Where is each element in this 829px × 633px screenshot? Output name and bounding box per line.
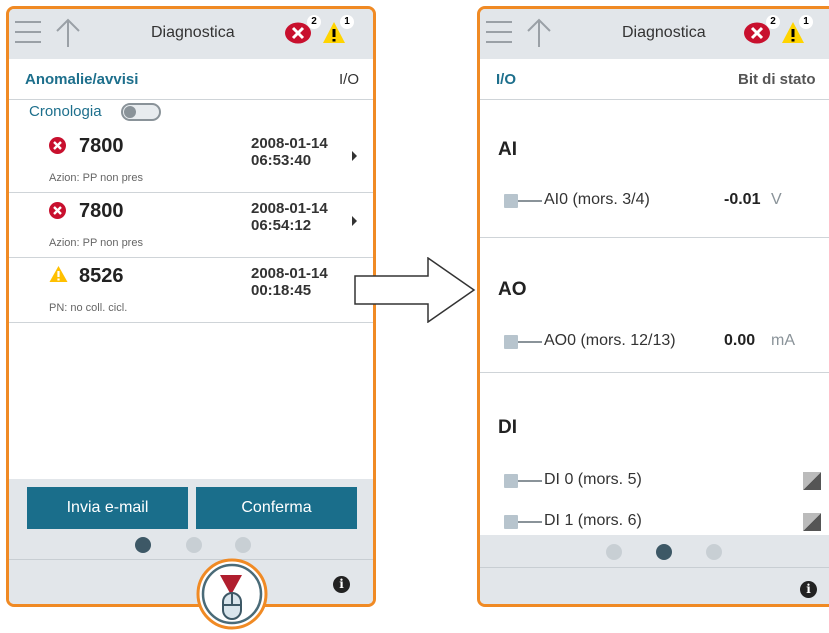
- alarm-code: 8526: [79, 265, 124, 287]
- io-row-di1: DI 1 (mors. 6): [480, 508, 829, 538]
- io-label: AI0 (mors. 3/4): [544, 191, 650, 208]
- analog-signal-icon: [504, 194, 542, 208]
- button-area: Invia e-mail Conferma: [9, 479, 373, 559]
- di-state-indicator: [803, 513, 821, 531]
- chevron-right-icon: [352, 151, 357, 161]
- info-icon[interactable]: i: [800, 581, 817, 598]
- tab-io[interactable]: I/O: [496, 71, 516, 88]
- up-arrow-icon[interactable]: [53, 17, 83, 49]
- digital-signal-icon: [504, 474, 542, 488]
- tab-io[interactable]: I/O: [339, 71, 359, 88]
- page-dot-3[interactable]: [706, 544, 722, 560]
- toggle-knob: [124, 106, 136, 118]
- history-label: Cronologia: [29, 103, 102, 120]
- section-heading-ai: AI: [498, 139, 517, 160]
- alarm-description: PN: no coll. cicl.: [49, 302, 128, 314]
- chevron-right-icon: [352, 216, 357, 226]
- page-dot-3[interactable]: [235, 537, 251, 553]
- io-label: AO0 (mors. 12/13): [544, 332, 676, 349]
- warning-count-badge: 1: [340, 15, 354, 29]
- page-indicator: [9, 537, 373, 557]
- alarm-date: 2008-01-14: [251, 200, 328, 217]
- alarm-date: 2008-01-14: [251, 135, 328, 152]
- error-icon: [49, 137, 66, 154]
- history-toggle[interactable]: [121, 103, 161, 121]
- tab-status-bits[interactable]: Bit di stato: [738, 71, 816, 88]
- footer-bar: i: [480, 567, 829, 604]
- digital-signal-icon: [504, 515, 542, 529]
- confirm-button[interactable]: Conferma: [196, 487, 357, 529]
- menu-icon[interactable]: [15, 21, 41, 43]
- warning-icon: [49, 266, 68, 282]
- top-bar: Diagnostica 2 1: [9, 9, 373, 59]
- error-icon: [49, 202, 66, 219]
- info-icon[interactable]: i: [333, 576, 350, 593]
- screen-title: Diagnostica: [151, 24, 235, 41]
- alarm-timestamp: 2008-01-14 06:53:40: [251, 135, 328, 169]
- diagnostics-screen-left: Diagnostica 2 1 Anomalie/avvisi I/O Cron…: [6, 6, 376, 607]
- alarm-date: 2008-01-14: [251, 265, 328, 282]
- page-dot-1[interactable]: [135, 537, 151, 553]
- mouse-cursor-icon: [196, 558, 268, 630]
- divider: [480, 237, 829, 238]
- alarm-timestamp: 2008-01-14 06:54:12: [251, 200, 328, 234]
- history-row: Cronologia: [9, 99, 373, 127]
- page-indicator-bar: [480, 535, 829, 567]
- io-value: -0.01: [724, 191, 761, 208]
- tab-bar: Anomalie/avvisi I/O: [9, 59, 373, 100]
- up-arrow-icon[interactable]: [524, 17, 554, 49]
- top-bar: Diagnostica 2 1: [480, 9, 829, 59]
- screen-title: Diagnostica: [622, 24, 706, 41]
- alarm-time: 06:53:40: [251, 152, 312, 169]
- error-count-badge: 2: [307, 15, 321, 29]
- io-row-di0: DI 0 (mors. 5): [480, 467, 829, 497]
- alarm-timestamp: 2008-01-14 00:18:45: [251, 265, 328, 299]
- alarm-description: Azion: PP non pres: [49, 172, 143, 184]
- alarm-code: 7800: [79, 200, 124, 222]
- io-label: DI 1 (mors. 6): [544, 512, 642, 529]
- error-count-badge: 2: [766, 15, 780, 29]
- footer-bar: i: [9, 559, 373, 604]
- alarm-time: 06:54:12: [251, 217, 312, 234]
- page-dot-1[interactable]: [606, 544, 622, 560]
- divider: [480, 372, 829, 373]
- menu-icon[interactable]: [486, 21, 512, 43]
- io-label: DI 0 (mors. 5): [544, 471, 642, 488]
- io-value: 0.00: [724, 332, 756, 349]
- send-email-button[interactable]: Invia e-mail: [27, 487, 188, 529]
- tab-alarms[interactable]: Anomalie/avvisi: [25, 71, 138, 88]
- alarm-item[interactable]: 8526 2008-01-14 00:18:45 PN: no coll. ci…: [9, 257, 373, 323]
- alarm-item[interactable]: 7800 2008-01-14 06:53:40 Azion: PP non p…: [9, 127, 373, 193]
- page-dot-2[interactable]: [186, 537, 202, 553]
- alarm-code: 7800: [79, 135, 124, 157]
- warning-count-badge: 1: [799, 15, 813, 29]
- diagnostics-screen-right: Diagnostica 2 1 I/O Bit di stato AI AI0 …: [477, 6, 829, 607]
- di-state-indicator: [803, 472, 821, 490]
- alarm-item[interactable]: 7800 2008-01-14 06:54:12 Azion: PP non p…: [9, 192, 373, 258]
- io-row-ao0: AO0 (mors. 12/13) 0.00 mA: [480, 328, 829, 358]
- analog-signal-icon: [504, 335, 542, 349]
- io-unit: V: [771, 191, 782, 208]
- tab-bar: I/O Bit di stato: [480, 59, 829, 100]
- io-unit: mA: [771, 332, 795, 349]
- section-heading-di: DI: [498, 417, 517, 438]
- section-heading-ao: AO: [498, 279, 527, 300]
- page-dot-2[interactable]: [656, 544, 672, 560]
- alarm-description: Azion: PP non pres: [49, 237, 143, 249]
- transition-arrow-icon: [354, 257, 476, 323]
- alarm-time: 00:18:45: [251, 282, 312, 299]
- io-row-ai0: AI0 (mors. 3/4) -0.01 V: [480, 187, 829, 217]
